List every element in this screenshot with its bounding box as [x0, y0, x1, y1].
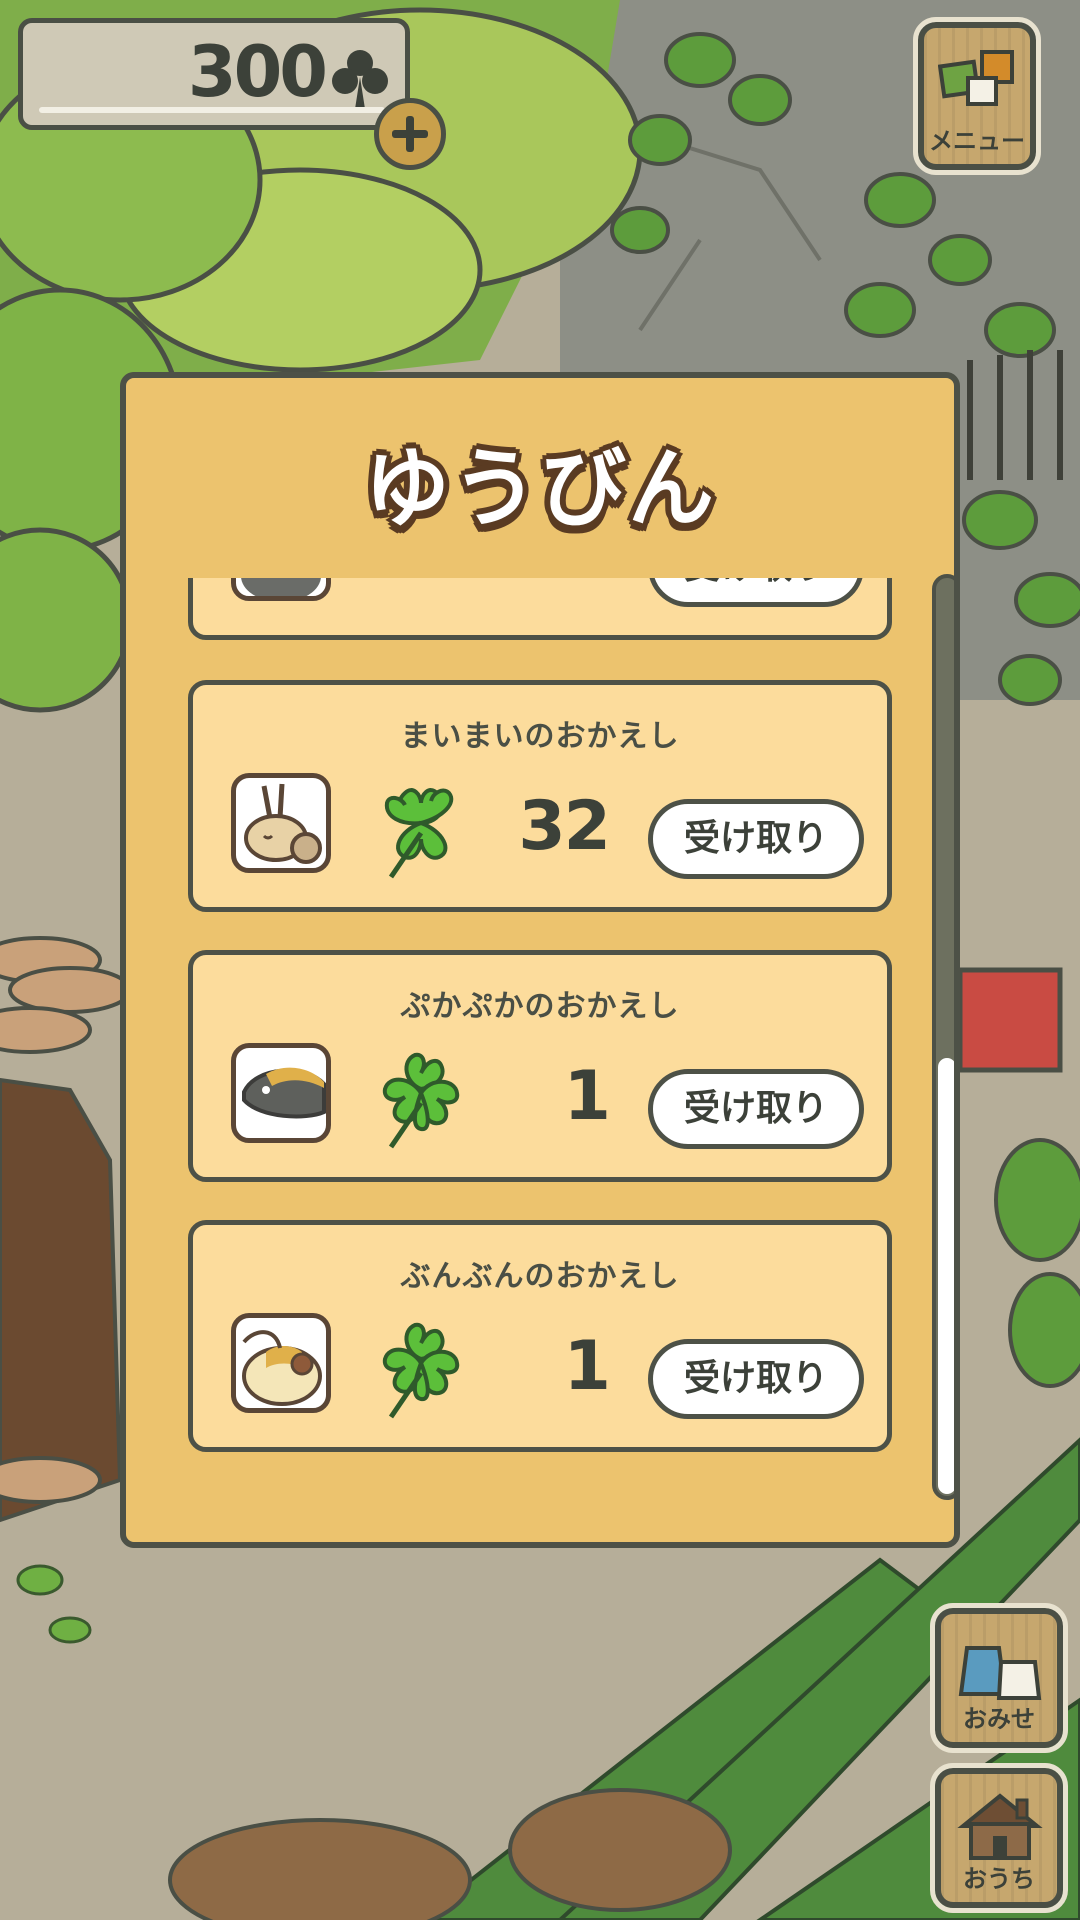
game-screen: 300 メニュー おみせ おうち ゆうびん まいまいのおかえし 32 受け取り … — [0, 0, 1080, 1920]
mail-dialog: ゆうびん 受け取り まいまいのおかえし — [120, 372, 960, 1548]
clover-icon — [384, 788, 454, 879]
mail-list[interactable]: 受け取り まいまいのおかえし — [126, 578, 926, 1538]
mail-clover-amount: 32 — [518, 787, 611, 866]
mail-sender-name: ぶんぶんのおかえし — [400, 1259, 680, 1294]
fish-icon — [242, 1067, 326, 1119]
mail-card: ぷかぷかのおかえし 1 受け取り — [188, 950, 892, 1182]
mail-sender-avatar — [231, 773, 331, 873]
snail-icon — [244, 783, 322, 864]
mole-icon — [241, 578, 321, 596]
home-button-label: おうち — [963, 1865, 1035, 1893]
house-icon — [957, 1793, 1043, 1860]
receive-button[interactable]: 受け取り — [648, 1069, 864, 1149]
menu-cards-icon — [938, 50, 1014, 106]
dialog-title: ゆうびん — [364, 439, 716, 539]
mail-sender-avatar — [231, 1043, 331, 1143]
mail-clover-amount: 1 — [563, 1057, 611, 1136]
clover-currency-icon — [332, 50, 388, 109]
shop-bags-icon — [958, 1646, 1042, 1700]
receive-button[interactable]: 受け取り — [648, 799, 864, 879]
scrollbar-thumb[interactable] — [938, 1058, 954, 1494]
bee-icon — [242, 1330, 322, 1406]
add-clover-button[interactable] — [374, 98, 446, 170]
shop-button[interactable]: おみせ — [930, 1603, 1068, 1753]
receive-button[interactable]: 受け取り — [648, 1339, 864, 1419]
menu-button-label: メニュー — [929, 127, 1025, 155]
clover-count-value: 300 — [187, 31, 328, 113]
mail-card-partial: 受け取り — [188, 578, 892, 640]
clover-counter: 300 — [18, 18, 410, 130]
mail-sender-avatar — [231, 1313, 331, 1413]
mail-card: ぶんぶんのおかえし 1 受け取り — [188, 1220, 892, 1452]
clover-icon — [382, 1052, 460, 1149]
menu-button[interactable]: メニュー — [913, 17, 1041, 175]
mail-sender-name: まいまいのおかえし — [400, 719, 680, 754]
receive-button[interactable]: 受け取り — [648, 578, 864, 607]
shop-button-label: おみせ — [963, 1705, 1035, 1733]
home-button[interactable]: おうち — [930, 1763, 1068, 1913]
mail-sender-name: ぷかぷかのおかえし — [400, 989, 680, 1024]
mail-sender-avatar — [231, 578, 331, 601]
clover-icon — [382, 1322, 460, 1419]
mail-card: まいまいのおかえし 32 受け取り — [188, 680, 892, 912]
dialog-title-bar: ゆうびん — [126, 378, 954, 578]
counter-underline — [39, 107, 385, 113]
mail-clover-amount: 1 — [563, 1327, 611, 1406]
plus-icon — [392, 116, 428, 152]
mail-list-scrollbar[interactable] — [932, 574, 954, 1500]
